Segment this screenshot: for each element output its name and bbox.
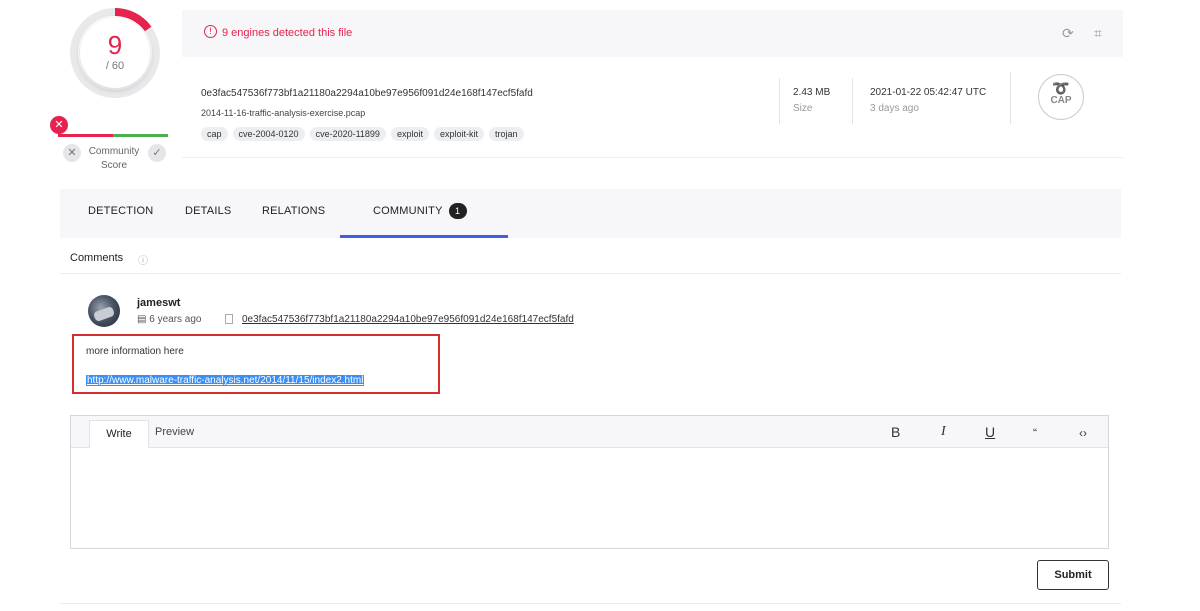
detection-summary: 9 engines detected this file — [222, 27, 353, 39]
divider — [1010, 72, 1011, 124]
detection-score-ring: 9 / 60 — [70, 8, 160, 98]
tag[interactable]: cve-2004-0120 — [232, 127, 305, 141]
underline-button[interactable]: U — [985, 424, 995, 440]
tag[interactable]: cap — [201, 127, 228, 141]
italic-button[interactable]: I — [941, 424, 946, 440]
tab-relations[interactable]: RELATIONS — [262, 205, 325, 217]
file-type-label: CAP — [1050, 95, 1072, 106]
comments-title: Comments — [70, 252, 124, 264]
score-detected: 9 — [107, 30, 123, 60]
reanalyze-icon[interactable]: ⟳ — [1062, 25, 1074, 42]
tag[interactable]: cve-2020-11899 — [309, 127, 386, 141]
file-size-label: Size — [793, 103, 813, 114]
bold-button[interactable]: B — [891, 424, 900, 440]
file-name: 2014-11-16-traffic-analysis-exercise.pca… — [201, 108, 366, 118]
score-total: / 60 — [105, 60, 125, 72]
editor-toolbar: Write Preview B I U “ ‹› — [71, 416, 1108, 448]
file-type-cap-icon: ➰ CAP — [1038, 74, 1084, 120]
vote-harmful-button[interactable]: ✕ — [63, 144, 81, 162]
community-score-bar — [58, 134, 168, 137]
tab-write[interactable]: Write — [89, 420, 149, 448]
avatar[interactable] — [88, 295, 120, 327]
info-icon[interactable]: ⓘ — [138, 252, 148, 267]
tab-community-label: COMMUNITY — [373, 204, 443, 217]
calendar-icon: ▤ — [137, 314, 147, 325]
tab-detection[interactable]: DETECTION — [88, 205, 153, 217]
comment-author[interactable]: jameswt — [137, 297, 180, 309]
file-hash: 0e3fac547536f773bf1a21180a2294a10be97e95… — [201, 88, 533, 99]
submit-button[interactable]: Submit — [1037, 560, 1109, 590]
community-score-label: Community Score — [88, 146, 140, 171]
graph-view-icon[interactable]: ⌗ — [1094, 25, 1102, 42]
comments-header — [60, 242, 1121, 274]
tab-preview[interactable]: Preview — [155, 426, 194, 438]
tab-details[interactable]: DETAILS — [185, 205, 231, 217]
document-icon — [225, 314, 233, 324]
community-negative-badge-icon: ✕ — [50, 116, 68, 134]
vote-harmless-button[interactable]: ✓ — [148, 144, 166, 162]
active-tab-indicator — [340, 235, 508, 238]
comment-editor: Write Preview B I U “ ‹› — [70, 415, 1109, 549]
quote-button[interactable]: “ — [1033, 426, 1037, 440]
comment-time-text: 6 years ago — [149, 314, 202, 325]
divider — [779, 78, 780, 124]
comment-file-hash-link[interactable]: 0e3fac547536f773bf1a21180a2294a10be97e95… — [242, 314, 574, 325]
analysis-date-relative: 3 days ago — [870, 103, 919, 114]
tag[interactable]: exploit — [390, 127, 429, 141]
tab-community[interactable]: COMMUNITY 1 — [373, 203, 467, 219]
capture-icon: ➰ — [1052, 80, 1070, 96]
score-center: 9 / 60 — [80, 18, 150, 88]
code-button[interactable]: ‹› — [1079, 426, 1087, 440]
file-size: 2.43 MB — [793, 87, 831, 98]
divider — [852, 78, 853, 124]
comment-link[interactable]: http://www.malware-traffic-analysis.net/… — [86, 375, 365, 386]
alert-icon: ! — [204, 25, 217, 38]
comment-text: more information here — [86, 346, 184, 357]
divider — [60, 603, 1121, 604]
tag[interactable]: exploit-kit — [433, 127, 484, 141]
file-tags: cap cve-2004-0120 cve-2020-11899 exploit… — [201, 127, 524, 141]
tab-community-badge: 1 — [448, 203, 467, 219]
tag[interactable]: trojan — [488, 127, 524, 141]
comment-time: ▤ 6 years ago — [137, 314, 202, 325]
analysis-date: 2021-01-22 05:42:47 UTC — [870, 87, 987, 98]
